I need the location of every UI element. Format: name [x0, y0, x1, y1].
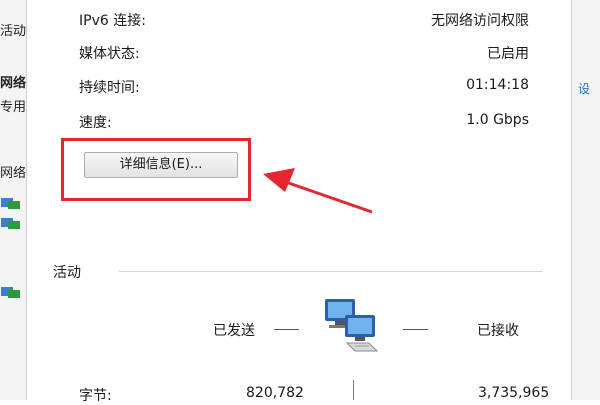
adapter-icon — [1, 198, 20, 209]
network-computers-icon — [325, 299, 379, 352]
bg-text-private: 专用 — [0, 100, 27, 115]
network-status-dialog: IPv6 连接: 无网络访问权限 媒体状态: 已启用 持续时间: 01:14:1… — [27, 0, 571, 404]
bg-text-network: 网络 — [0, 76, 27, 91]
received-line — [403, 329, 428, 330]
bytes-separator — [353, 380, 354, 400]
section-divider — [119, 271, 543, 272]
sent-line — [274, 329, 299, 330]
adapter-icon — [1, 218, 20, 229]
sent-label: 已发送 — [213, 323, 255, 339]
bg-link-text[interactable]: 设 — [578, 80, 590, 97]
background-window-right: 设 — [571, 0, 600, 400]
bytes-sent-value: 820,782 — [246, 385, 304, 401]
red-arrow-annotation — [263, 168, 373, 214]
activity-section-title: 活动 — [53, 265, 81, 281]
bg-text-network-2: 网络 — [0, 166, 27, 181]
background-window-left: 活动 网络 专用 网络 — [0, 0, 27, 400]
bg-text-activity: 活动 — [0, 24, 27, 39]
adapter-icon — [1, 287, 20, 298]
bytes-label: 字节: — [79, 388, 112, 404]
received-label: 已接收 — [477, 323, 519, 339]
bytes-received-value: 3,735,965 — [478, 385, 550, 401]
